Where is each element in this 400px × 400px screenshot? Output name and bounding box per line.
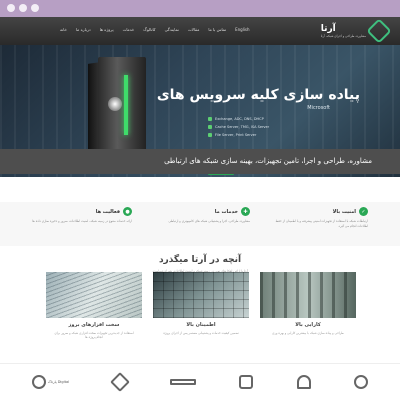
card-title: کارایی بالا — [295, 322, 321, 328]
logo-title: آرتا — [320, 23, 336, 34]
partner-logo-icon — [31, 375, 46, 389]
hero-subtitle: Microsoft — [307, 105, 330, 111]
feature-head: ● فعالیت ها — [32, 207, 132, 216]
feature-security: ✓ امنیت بالا ارتباطات شبکه با استفاده از… — [268, 207, 368, 243]
card-image — [46, 272, 142, 318]
menu-item-services[interactable]: خدمات — [123, 27, 135, 32]
hero-bullet-text: Exchange, ADC, DNS, DHCP — [215, 117, 264, 121]
gear-icon: ✚ — [241, 207, 250, 216]
features-strip: ✓ امنیت بالا ارتباطات شبکه با استفاده از… — [0, 202, 400, 246]
window-dot-maximize[interactable] — [31, 4, 39, 12]
feature-title: خدمات ما — [214, 208, 238, 215]
shield-icon: ✓ — [359, 207, 368, 216]
partner-logo-icon — [169, 379, 196, 385]
card-high-performance[interactable]: کارایی بالا طراحی و پیاده سازی شبکه با ب… — [260, 272, 356, 352]
card-updated-hardware[interactable]: سخت افزارهای بروز استفاده از جدیدترین تج… — [46, 272, 142, 352]
menu-item-projects[interactable]: پروژه ها — [100, 27, 114, 32]
menu-item-contact[interactable]: تماس با ما — [208, 27, 226, 32]
feature-services: ✚ خدمات ما مشاوره، طراحی، اجرا و پشتیبان… — [150, 207, 250, 243]
menu-item-about[interactable]: درباره ما — [76, 27, 91, 32]
card-text: استفاده از جدیدترین تجهیزات سخت افزاری ش… — [54, 331, 134, 339]
logo-mark-icon — [366, 18, 392, 44]
partner-logo-icon — [239, 375, 254, 389]
partner-logo[interactable] — [169, 379, 196, 385]
partner-logo-label: پارتاک Digital — [47, 380, 70, 384]
card-high-reliability[interactable]: اطمینان بالا تضمین کیفیت خدمات و پشتیبان… — [153, 272, 249, 352]
hero-caption: مشاوره، طراحی و اجرا، تامین تجهیزات، بهی… — [164, 157, 372, 165]
partner-logo[interactable] — [239, 375, 254, 389]
main-menu: خانه درباره ما پروژه ها خدمات کاتالوگ نم… — [60, 27, 250, 32]
feature-text: ارتباطات شبکه با استفاده از تجهیزات امنی… — [275, 219, 368, 228]
card-text: تضمین کیفیت خدمات و پشتیبانی مستمر پس از… — [163, 331, 239, 335]
card-title: سخت افزارهای بروز — [68, 322, 120, 328]
cards-row: سخت افزارهای بروز استفاده از جدیدترین تج… — [46, 272, 356, 352]
server-light-stripe — [124, 75, 128, 135]
menu-item-home[interactable]: خانه — [60, 27, 67, 32]
feature-activities: ● فعالیت ها ارائه خدمات متنوع در زمینه ش… — [32, 207, 132, 243]
menu-item-agency[interactable]: نمایندگی — [165, 27, 179, 32]
page-frame: آرتا مشاوره، طراحی و اجرای شبکه، آرتا خا… — [0, 17, 400, 400]
card-title: اطمینان بالا — [186, 322, 216, 328]
check-icon — [208, 125, 212, 129]
partner-logo[interactable]: پارتاک Digital — [31, 375, 70, 389]
partner-logo-icon — [296, 375, 311, 389]
card-image — [260, 272, 356, 318]
card-image — [153, 272, 249, 318]
check-icon — [208, 133, 212, 137]
section-title: آنچه در آرتا میگذرد — [158, 255, 242, 265]
check-icon — [208, 117, 212, 121]
menu-item-english[interactable]: English — [235, 27, 249, 32]
window-controls — [7, 4, 39, 12]
hero-bullet: Cache Server, TMG, ISA Server — [208, 125, 269, 129]
hero-bullet-list: Exchange, ADC, DNS, DHCP Cache Server, T… — [208, 117, 269, 137]
page-content: آرتا مشاوره، طراحی و اجرای شبکه، آرتا خا… — [0, 17, 400, 400]
feature-head: ✓ امنیت بالا — [268, 207, 368, 216]
partner-logo[interactable] — [354, 375, 369, 389]
hero-bullet: Exchange, ADC, DNS, DHCP — [208, 117, 269, 121]
card-text: طراحی و پیاده سازی شبکه با بیشترین کارای… — [272, 331, 344, 335]
window-dot-minimize[interactable] — [19, 4, 27, 12]
feature-text: مشاوره، طراحی، اجرا و پشتیبانی شبکه های … — [168, 219, 250, 223]
logo-subtitle: مشاوره، طراحی و اجرای شبکه، آرتا — [320, 33, 366, 38]
feature-title: فعالیت ها — [95, 208, 120, 215]
logo-text: آرتا مشاوره، طراحی و اجرای شبکه، آرتا — [321, 24, 366, 39]
partner-logo[interactable] — [296, 375, 311, 389]
leaf-icon: ● — [123, 207, 132, 216]
partner-logo-icon — [109, 372, 130, 392]
browser-title-bar — [0, 0, 400, 17]
window-dot-close[interactable] — [7, 4, 15, 12]
server-flare — [108, 97, 122, 111]
partner-logo-icon — [354, 375, 369, 389]
hero-title: پیاده سازی کلیه سرویس های — [156, 87, 360, 103]
partner-logos: پارتاک Digital — [0, 363, 400, 400]
server-image — [88, 57, 156, 161]
hero-bullet-text: Cache Server, TMG, ISA Server — [215, 125, 270, 129]
hero-caption-band: مشاوره، طراحی و اجرا، تامین تجهیزات، بهی… — [0, 149, 400, 174]
menu-item-catalog[interactable]: کاتالوگ — [143, 27, 155, 32]
partner-logo[interactable] — [109, 372, 130, 392]
menu-item-articles[interactable]: مقالات — [188, 27, 199, 32]
server-body — [98, 57, 146, 159]
feature-title: امنیت بالا — [332, 208, 356, 215]
top-navbar: آرتا مشاوره، طراحی و اجرای شبکه، آرتا خا… — [0, 17, 400, 45]
hero-bullet: File Server, Print Server — [208, 133, 269, 137]
feature-head: ✚ خدمات ما — [150, 207, 250, 216]
hero-bullet-text: File Server, Print Server — [215, 133, 257, 137]
feature-text: ارائه خدمات متنوع در زمینه شبکه، امنیت ا… — [32, 219, 132, 223]
site-logo[interactable]: آرتا مشاوره، طراحی و اجرای شبکه، آرتا — [321, 18, 392, 44]
